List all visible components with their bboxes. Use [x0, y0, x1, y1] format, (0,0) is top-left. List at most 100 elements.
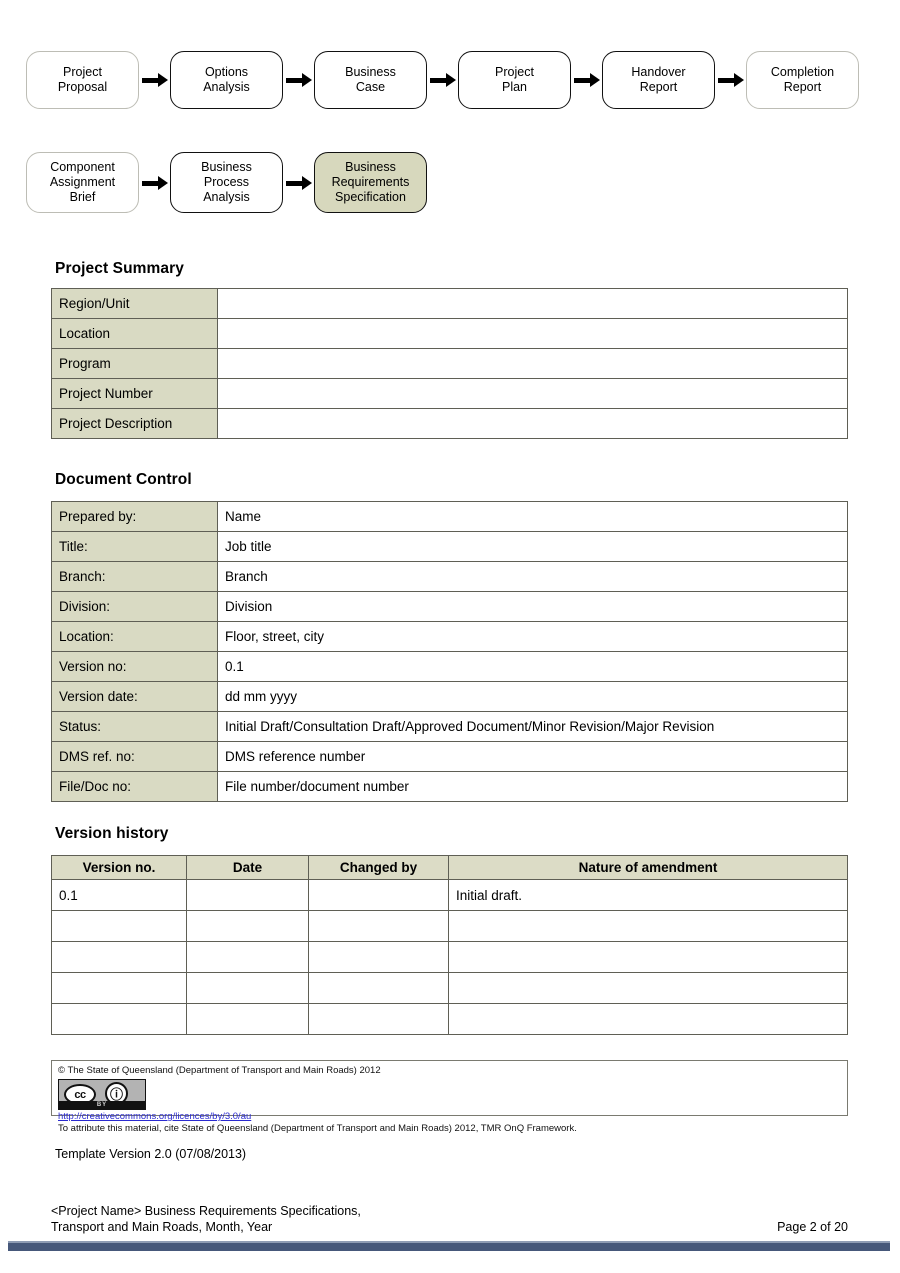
version-history-header-cell: Date — [186, 855, 309, 880]
project-summary-label-cell: Project Description — [51, 408, 218, 439]
document-control-label-cell: Version no: — [51, 651, 218, 682]
document-control-value-cell[interactable]: File number/document number — [217, 771, 848, 802]
document-control-heading: Document Control — [55, 471, 192, 488]
version-history-heading: Version history — [55, 825, 169, 842]
footer-page-number: Page 2 of 20 — [777, 1220, 848, 1234]
project-summary-value-cell[interactable] — [217, 408, 848, 439]
version-history-header-cell: Changed by — [308, 855, 449, 880]
document-control-label-cell: Branch: — [51, 561, 218, 592]
version-history-cell[interactable] — [51, 941, 187, 973]
project-summary-value-cell[interactable] — [217, 288, 848, 319]
attribution-statement: To attribute this material, cite State o… — [58, 1123, 577, 1134]
version-history-cell[interactable] — [308, 972, 449, 1004]
cc-by-label: BY — [59, 1101, 145, 1109]
page-footer: <Project Name> Business Requirements Spe… — [51, 1203, 848, 1235]
project-summary-label-cell: Program — [51, 348, 218, 379]
creative-commons-by-icon: cc ⓘ BY — [58, 1079, 146, 1110]
version-history-cell[interactable]: Initial draft. — [448, 879, 848, 911]
document-control-value-cell[interactable]: Division — [217, 591, 848, 622]
project-summary-value-cell[interactable] — [217, 348, 848, 379]
document-control-value-cell[interactable]: dd mm yyyy — [217, 681, 848, 712]
table-row — [51, 972, 848, 1004]
table-row: Version date: dd mm yyyy — [51, 681, 848, 712]
document-control-label-cell: Version date: — [51, 681, 218, 712]
version-history-cell[interactable] — [448, 972, 848, 1004]
document-control-value-cell[interactable]: Job title — [217, 531, 848, 562]
version-history-cell[interactable] — [51, 972, 187, 1004]
version-history-cell[interactable] — [186, 1003, 309, 1035]
version-history-cell[interactable] — [186, 910, 309, 942]
version-history-cell[interactable] — [308, 941, 449, 973]
version-history-cell[interactable] — [448, 910, 848, 942]
document-control-label-cell: DMS ref. no: — [51, 741, 218, 772]
version-history-cell[interactable] — [186, 879, 309, 911]
footer-accent-bar — [8, 1241, 890, 1251]
version-history-cell[interactable] — [308, 1003, 449, 1035]
table-row: Project Number — [51, 378, 848, 409]
arrow-right-icon — [715, 73, 746, 87]
document-control-value-cell[interactable]: DMS reference number — [217, 741, 848, 772]
document-control-table: Prepared by: Name Title: Job title Branch: Br… — [51, 501, 848, 802]
version-history-cell[interactable]: 0.1 — [51, 879, 187, 911]
document-control-label-cell: Prepared by: — [51, 501, 218, 532]
flowchart-row-secondary: Component Assignment Brief Business Process A… — [26, 152, 427, 213]
document-control-label-cell: Location: — [51, 621, 218, 652]
project-summary-value-cell[interactable] — [217, 318, 848, 349]
version-history-cell[interactable] — [51, 910, 187, 942]
project-summary-value-cell[interactable] — [217, 378, 848, 409]
document-control-value-cell[interactable]: Name — [217, 501, 848, 532]
table-row — [51, 910, 848, 942]
creative-commons-license-link[interactable]: http://creativecommons.org/licences/by/3… — [58, 1111, 841, 1123]
project-summary-label-cell: Project Number — [51, 378, 218, 409]
table-row: DMS ref. no: DMS reference number — [51, 741, 848, 772]
project-summary-label-cell: Region/Unit — [51, 288, 218, 319]
flowchart-node: Business Process Analysis — [170, 152, 283, 213]
project-summary-table: Region/Unit Location Program Project Number… — [51, 288, 848, 439]
arrow-right-icon — [283, 175, 314, 190]
flowchart-node-label: Business Requirements Specification — [331, 160, 410, 204]
version-history-cell[interactable] — [448, 1003, 848, 1035]
document-control-label-cell: Status: — [51, 711, 218, 742]
document-control-value-cell[interactable]: Initial Draft/Consultation Draft/Approve… — [217, 711, 848, 742]
flowchart-node-label: Business Case — [345, 65, 396, 94]
table-row: Location: Floor, street, city — [51, 621, 848, 652]
footer-document-title: <Project Name> Business Requirements Spe… — [51, 1203, 361, 1235]
flowchart-node-label: Project Plan — [495, 65, 534, 94]
flowchart-node: Business Requirements Specification — [314, 152, 427, 213]
arrow-right-icon — [139, 73, 170, 87]
table-row: Project Description — [51, 408, 848, 439]
version-history-header-cell: Version no. — [51, 855, 187, 880]
version-history-cell[interactable] — [186, 941, 309, 973]
document-control-value-cell[interactable]: 0.1 — [217, 651, 848, 682]
arrow-right-icon — [283, 73, 314, 87]
document-control-value-cell[interactable]: Branch — [217, 561, 848, 592]
version-history-cell[interactable] — [308, 879, 449, 911]
arrow-right-icon — [427, 73, 458, 87]
table-row: Prepared by: Name — [51, 501, 848, 532]
flowchart-node: Project Proposal — [26, 51, 139, 109]
table-row — [51, 941, 848, 973]
project-summary-heading: Project Summary — [55, 260, 184, 277]
flowchart-row-primary: Project Proposal Options Analysis Business Ca… — [26, 51, 859, 109]
document-control-value-cell[interactable]: Floor, street, city — [217, 621, 848, 652]
table-row: Status: Initial Draft/Consultation Draft/… — [51, 711, 848, 742]
flowchart-node-label: Handover Report — [631, 65, 686, 94]
arrow-right-icon — [571, 73, 602, 87]
flowchart-node-label: Project Proposal — [57, 65, 108, 94]
version-history-cell[interactable] — [51, 1003, 187, 1035]
version-history-cell[interactable] — [186, 972, 309, 1004]
flowchart-node: Project Plan — [458, 51, 571, 109]
version-history-cell[interactable] — [448, 941, 848, 973]
template-version-text: Template Version 2.0 (07/08/2013) — [55, 1147, 247, 1161]
flowchart-node-label: Options Analysis — [203, 65, 250, 94]
version-history-cell[interactable] — [308, 910, 449, 942]
table-header-row: Version no. Date Changed by Nature of amend… — [51, 855, 848, 880]
flowchart-node: Handover Report — [602, 51, 715, 109]
flowchart-node: Completion Report — [746, 51, 859, 109]
table-row: Division: Division — [51, 591, 848, 622]
table-row: Region/Unit — [51, 288, 848, 319]
project-summary-label-cell: Location — [51, 318, 218, 349]
document-control-label-cell: Title: — [51, 531, 218, 562]
document-control-label-cell: File/Doc no: — [51, 771, 218, 802]
version-history-header-cell: Nature of amendment — [448, 855, 848, 880]
